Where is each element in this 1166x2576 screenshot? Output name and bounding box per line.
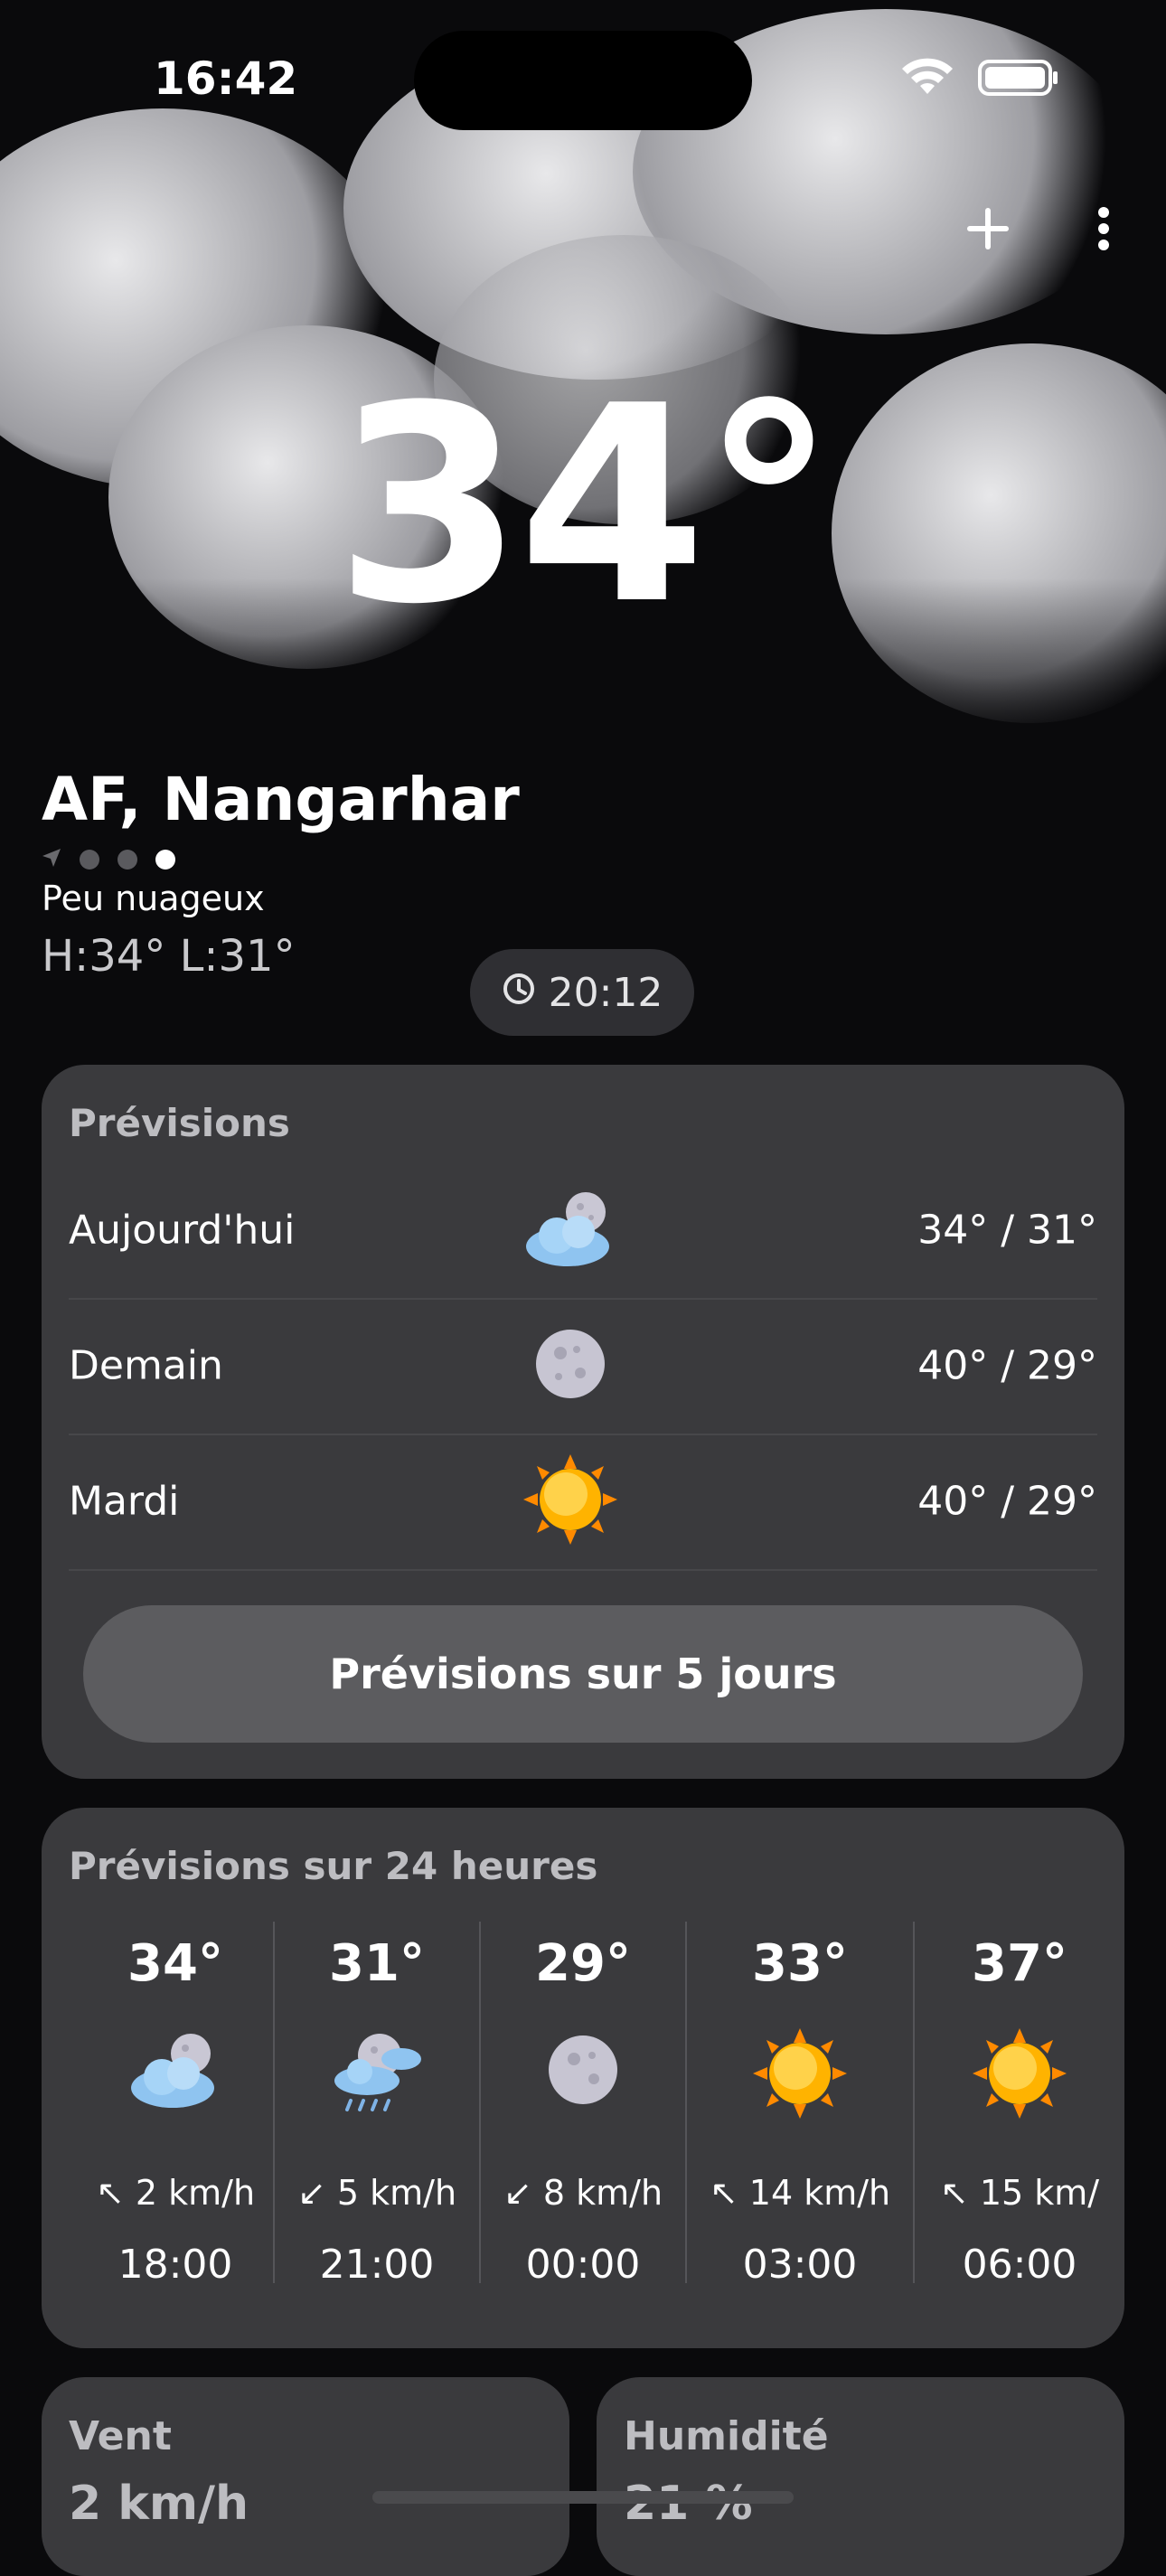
hour-temp: 33°	[752, 1934, 848, 1993]
forecast-temps: 40° / 29°	[917, 1342, 1097, 1389]
humidity-card[interactable]: Humidité 21 %	[597, 2377, 1124, 2576]
location-arrow-icon	[42, 848, 61, 871]
hourly-list[interactable]: 34° ↖ 2 km/h 18:00 31° ↙ 5 km/h 21:00 29…	[42, 1922, 1124, 2301]
hour-time: 18:00	[118, 2242, 233, 2288]
hour-wind: ↖ 14 km/h	[709, 2173, 891, 2213]
hour-temp: 29°	[535, 1934, 631, 1993]
humidity-value: 21 %	[624, 2477, 753, 2531]
hour-item[interactable]: 37° ↖ 15 km/ 06:00	[915, 1922, 1124, 2301]
sun-icon	[970, 2026, 1069, 2124]
humidity-label: Humidité	[624, 2413, 829, 2459]
dynamic-island	[414, 31, 752, 130]
city-name: AF, Nangarhar	[42, 765, 520, 834]
forecast-row[interactable]: Demain 40° / 29°	[69, 1298, 1097, 1435]
forecast-row[interactable]: Mardi 40° / 29°	[69, 1434, 1097, 1571]
hour-item[interactable]: 34° ↖ 2 km/h 18:00	[78, 1922, 273, 2301]
forecast-day: Demain	[69, 1342, 223, 1389]
forecast-day: Mardi	[69, 1478, 180, 1525]
battery-icon	[978, 58, 1059, 98]
current-temperature: 34°	[334, 348, 836, 663]
hour-wind: ↙ 8 km/h	[503, 2173, 663, 2213]
hour-temp: 37°	[972, 1934, 1067, 1993]
page-dot[interactable]	[80, 850, 99, 870]
wind-label: Vent	[69, 2413, 172, 2459]
sun-icon	[521, 1453, 620, 1550]
high-low-temps: H:34° L:31°	[42, 931, 296, 982]
weather-description: Peu nuageux	[42, 879, 265, 918]
cloud-moon-icon	[126, 2026, 225, 2117]
forecast-temps: 40° / 29°	[917, 1478, 1097, 1525]
forecast-day: Aujourd'hui	[69, 1207, 296, 1254]
hour-time: 21:00	[319, 2242, 435, 2288]
sun-icon	[750, 2026, 850, 2124]
more-menu-icon[interactable]	[1097, 206, 1110, 255]
home-indicator[interactable]	[372, 2491, 794, 2504]
hour-item[interactable]: 31° ↙ 5 km/h 21:00	[275, 1922, 479, 2301]
forecast-card: Prévisions Aujourd'hui 34° / 31° Demain …	[42, 1065, 1124, 1779]
hour-item[interactable]: 33° ↖ 14 km/h 03:00	[687, 1922, 913, 2301]
hour-time: 00:00	[525, 2242, 641, 2288]
hour-wind: ↖ 2 km/h	[95, 2173, 256, 2213]
add-location-icon[interactable]	[965, 206, 1011, 255]
hour-wind: ↙ 5 km/h	[296, 2173, 457, 2213]
hour-wind: ↖ 15 km/	[939, 2173, 1100, 2213]
hour-temp: 34°	[127, 1934, 223, 1993]
hour-item[interactable]: 29° ↙ 8 km/h 00:00	[481, 1922, 685, 2301]
hour-time: 03:00	[742, 2242, 858, 2288]
cloud-moon-icon	[521, 1185, 620, 1275]
rain-cloud-moon-icon	[327, 2026, 427, 2120]
forecast-row[interactable]: Aujourd'hui 34° / 31°	[69, 1162, 1097, 1300]
forecast-title: Prévisions	[69, 1101, 290, 1145]
wind-card[interactable]: Vent 2 km/h	[42, 2377, 569, 2576]
clock-icon	[502, 970, 536, 1016]
update-time-pill: 20:12	[470, 949, 694, 1036]
hour-time: 06:00	[962, 2242, 1077, 2288]
hourly-title: Prévisions sur 24 heures	[69, 1844, 598, 1888]
forecast-temps: 34° / 31°	[917, 1207, 1097, 1254]
moon-icon	[521, 1321, 620, 1411]
page-dot-active[interactable]	[155, 850, 175, 870]
wind-value: 2 km/h	[69, 2477, 249, 2531]
page-dot[interactable]	[118, 850, 137, 870]
wifi-icon	[900, 58, 954, 98]
five-day-forecast-button[interactable]: Prévisions sur 5 jours	[83, 1605, 1083, 1743]
page-indicator[interactable]	[42, 848, 175, 871]
update-time: 20:12	[548, 969, 663, 1016]
hour-temp: 31°	[329, 1934, 425, 1993]
hourly-card: Prévisions sur 24 heures 34° ↖ 2 km/h 18…	[42, 1808, 1124, 2348]
status-time: 16:42	[154, 52, 298, 105]
moon-icon	[540, 2026, 626, 2117]
